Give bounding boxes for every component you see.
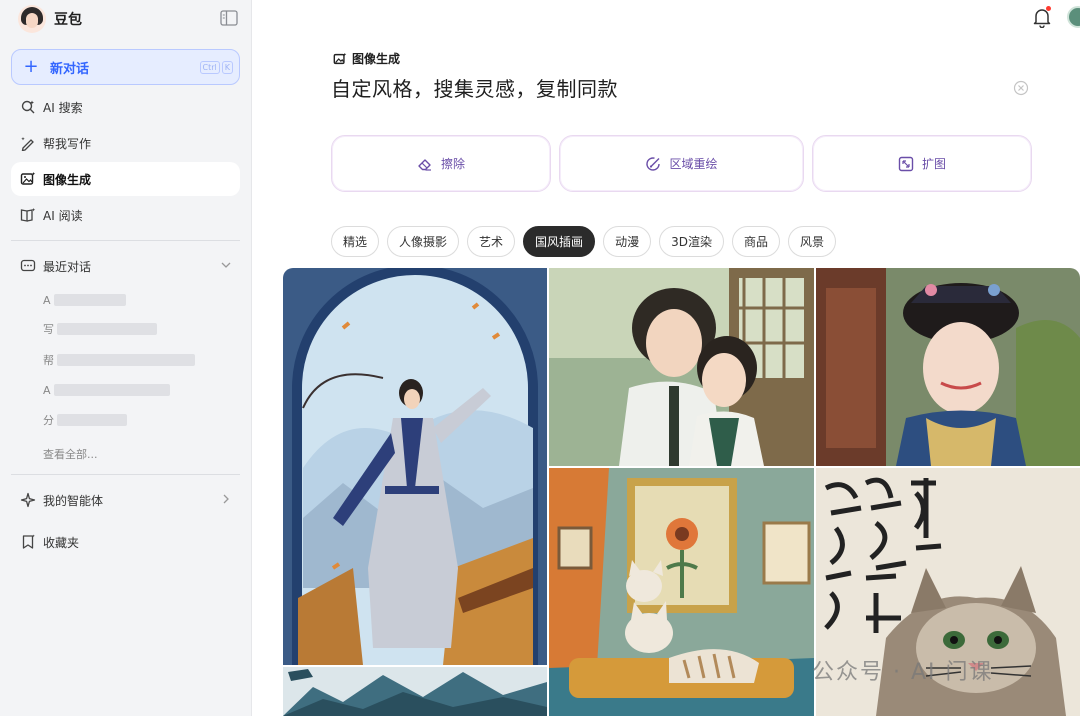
image-gen-icon (333, 52, 347, 64)
sidebar-item-writing[interactable]: 帮我写作 (11, 126, 240, 160)
kbd-k: K (221, 61, 233, 74)
chip-art[interactable]: 艺术 (467, 226, 516, 257)
chip-guofeng[interactable]: 国风插画 (523, 226, 596, 257)
gallery-image[interactable] (549, 468, 814, 716)
sidebar-item-label: 帮我写作 (43, 136, 92, 151)
repaint-tool-button[interactable]: 区域重绘 (559, 135, 804, 192)
erase-tool-button[interactable]: 擦除 (331, 135, 551, 192)
expand-tool-label: 扩图 (921, 157, 946, 171)
new-chat-label: 新对话 (50, 61, 90, 77)
favorites-label: 收藏夹 (43, 535, 80, 550)
sparkle-icon (20, 492, 36, 508)
chat-bubble-icon (20, 259, 36, 272)
watermark: 公众号 · AI 门课 (812, 660, 994, 685)
recent-chat-item[interactable]: 帮 (43, 351, 195, 369)
sidebar-item-favorites[interactable]: 收藏夹 (11, 527, 240, 557)
pen-icon (21, 137, 34, 151)
book-icon (20, 208, 36, 222)
image-gen-tag: 图像生成 (333, 50, 400, 67)
eraser-icon (418, 158, 431, 171)
redacted-title (53, 294, 126, 306)
sidebar-item-agents[interactable]: 我的智能体 (11, 485, 240, 515)
sidebar-collapse-icon[interactable] (220, 10, 238, 26)
expand-icon (898, 156, 914, 171)
kbd-ctrl: Ctrl (199, 61, 220, 74)
user-avatar[interactable] (1067, 6, 1080, 28)
recent-chat-initial: A (43, 293, 51, 307)
sidebar-item-ai-reading[interactable]: AI 阅读 (11, 198, 240, 232)
gallery-image[interactable] (283, 268, 547, 665)
image-gallery (283, 268, 1080, 716)
chip-portrait[interactable]: 人像摄影 (387, 226, 460, 257)
recent-chat-initial: 分 (43, 414, 54, 427)
gallery-image[interactable] (549, 268, 814, 466)
new-chat-button[interactable]: + 新对话 Ctrl K (11, 49, 240, 85)
ai-search-icon (21, 100, 35, 114)
sidebar-item-label: AI 阅读 (43, 208, 83, 223)
redacted-title (53, 384, 170, 396)
see-all-link[interactable]: 查看全部... (43, 446, 98, 462)
gallery-image[interactable] (816, 268, 1080, 466)
redacted-title (57, 354, 195, 366)
redacted-title (57, 414, 127, 426)
brand-avatar (18, 5, 46, 33)
shortcut-hint: Ctrl K (199, 61, 233, 74)
image-gen-tag-label: 图像生成 (352, 52, 401, 66)
agents-label: 我的智能体 (43, 493, 104, 508)
image-gen-icon (20, 172, 36, 185)
chip-featured[interactable]: 精选 (331, 226, 380, 257)
notification-dot (1046, 6, 1051, 11)
expand-tool-button[interactable]: 扩图 (812, 135, 1032, 192)
sidebar: 豆包 + 新对话 Ctrl K AI 搜索 帮我写作 图像生成 AI 阅读 最近… (0, 0, 252, 716)
recent-chat-item[interactable]: 分 (43, 411, 127, 429)
bookmark-icon (22, 534, 35, 549)
sidebar-item-ai-search[interactable]: AI 搜索 (11, 90, 240, 124)
recent-chat-initial: A (43, 383, 51, 397)
chip-product[interactable]: 商品 (731, 226, 780, 257)
brand-name: 豆包 (54, 12, 82, 28)
sidebar-divider (11, 474, 240, 475)
chip-landscape[interactable]: 风景 (787, 226, 836, 257)
chevron-right-icon (223, 494, 229, 504)
chip-anime[interactable]: 动漫 (603, 226, 652, 257)
repaint-icon (646, 156, 661, 171)
repaint-tool-label: 区域重绘 (669, 157, 718, 171)
recent-chats-title: 最近对话 (43, 259, 92, 274)
erase-tool-label: 擦除 (440, 157, 465, 171)
chip-3d[interactable]: 3D渲染 (659, 226, 724, 257)
recent-chat-item[interactable]: 写 (43, 320, 157, 338)
style-chips: 精选 人像摄影 艺术 国风插画 动漫 3D渲染 商品 风景 (331, 226, 836, 257)
redacted-title (57, 323, 157, 335)
sidebar-item-label: 图像生成 (43, 172, 92, 187)
recent-chat-item[interactable]: A (43, 291, 126, 309)
sidebar-item-label: AI 搜索 (43, 100, 83, 115)
recent-chats-header[interactable]: 最近对话 (11, 251, 240, 281)
brand[interactable]: 豆包 (18, 4, 82, 34)
gallery-image[interactable] (283, 667, 547, 716)
recent-chat-item[interactable]: A (43, 381, 170, 399)
recent-chat-initial: 写 (43, 323, 54, 336)
sidebar-item-image-gen[interactable]: 图像生成 (11, 162, 240, 196)
prompt-input[interactable]: 自定风格，搜集灵感，复制同款 (331, 73, 618, 102)
plus-icon: + (23, 56, 39, 77)
recent-chat-initial: 帮 (43, 354, 54, 367)
chevron-down-icon[interactable] (220, 259, 232, 271)
app-window: 豆包 + 新对话 Ctrl K AI 搜索 帮我写作 图像生成 AI 阅读 最近… (0, 0, 1080, 716)
clear-icon[interactable] (1013, 80, 1029, 96)
sidebar-divider (11, 240, 240, 241)
